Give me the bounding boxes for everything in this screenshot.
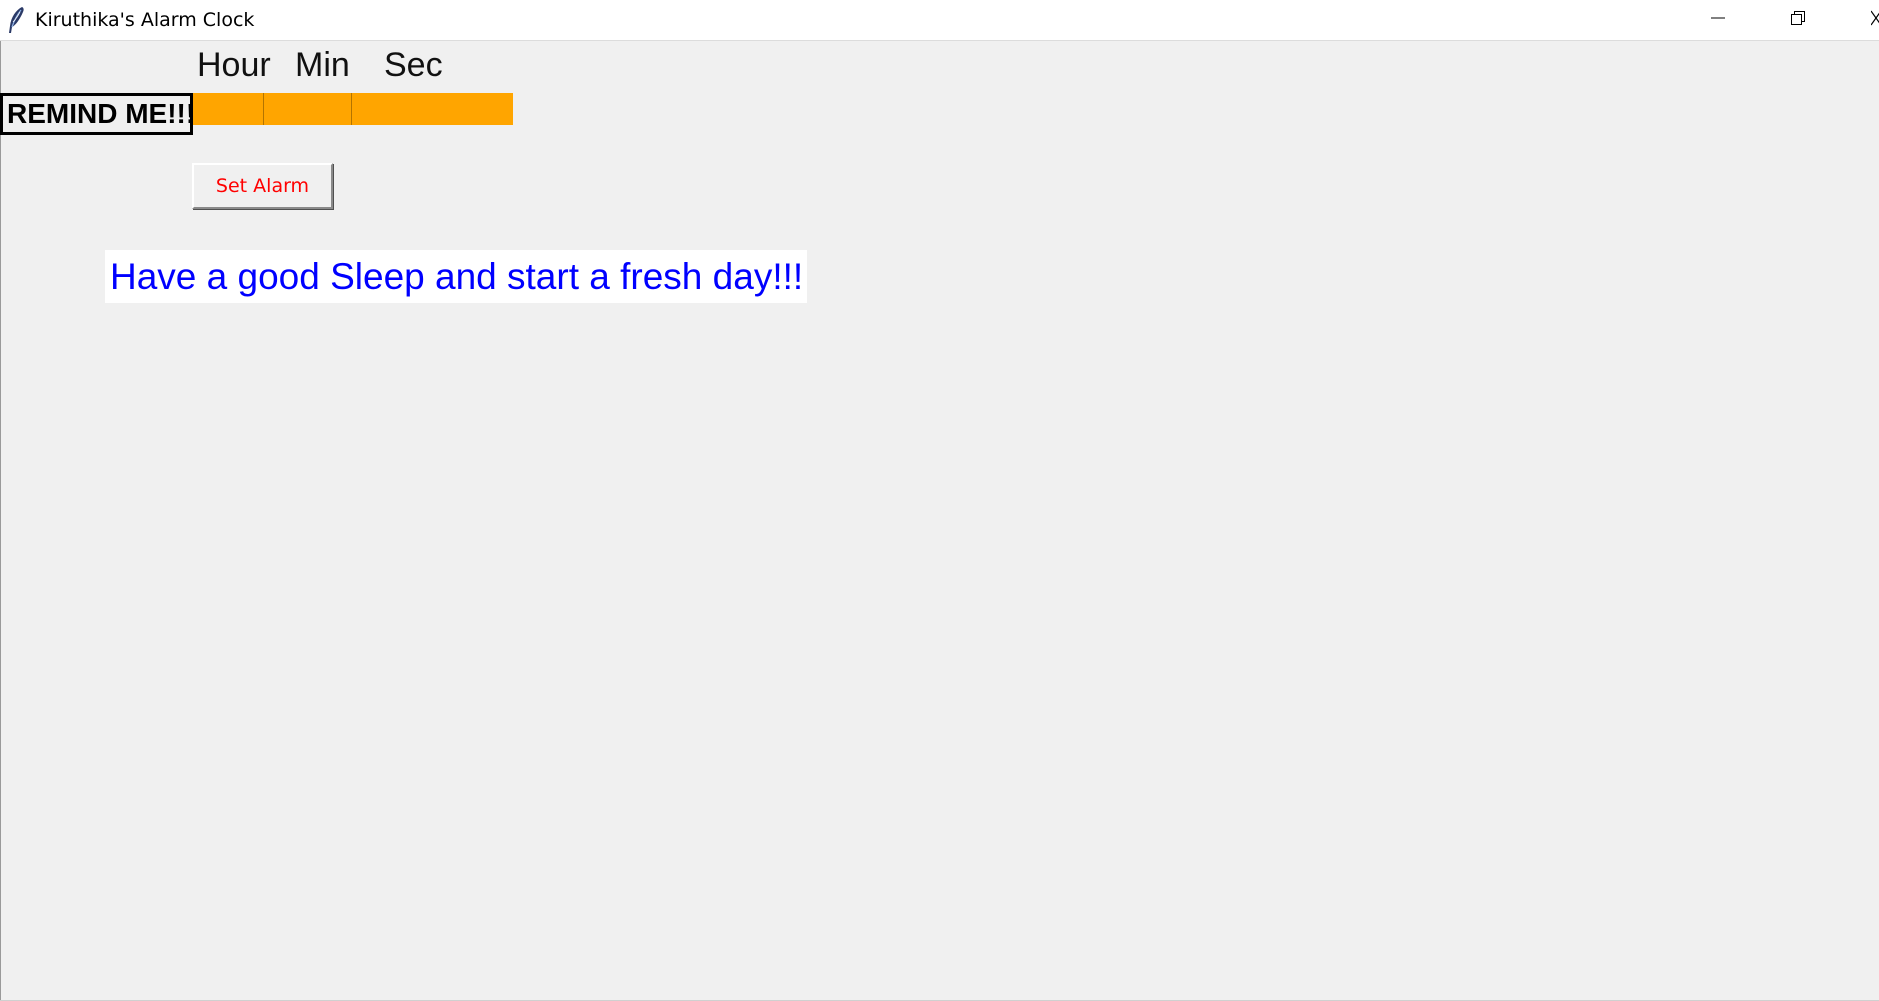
restore-icon [1791, 10, 1805, 30]
alarm-clock-window: Kiruthika's Alarm Clock Hour Min Sec REM… [0, 0, 1879, 1001]
remind-me-label: REMIND ME!!! [0, 93, 195, 135]
hour-input[interactable] [193, 93, 264, 125]
set-alarm-button[interactable]: Set Alarm [192, 163, 333, 209]
sec-input[interactable] [352, 93, 513, 125]
restore-button[interactable] [1763, 0, 1833, 40]
minimize-icon [1711, 11, 1725, 30]
sec-header: Sec [384, 46, 443, 84]
close-icon [1870, 10, 1879, 31]
title-bar[interactable]: Kiruthika's Alarm Clock [0, 0, 1879, 41]
feather-icon [6, 6, 26, 34]
window-title: Kiruthika's Alarm Clock [35, 9, 255, 31]
minimize-button[interactable] [1683, 0, 1753, 40]
hour-header: Hour [197, 46, 271, 84]
window-frame-left [0, 41, 1, 1001]
close-button[interactable] [1843, 0, 1879, 40]
sleep-message: Have a good Sleep and start a fresh day!… [105, 250, 807, 303]
min-header: Min [295, 46, 350, 84]
min-input[interactable] [264, 93, 352, 125]
